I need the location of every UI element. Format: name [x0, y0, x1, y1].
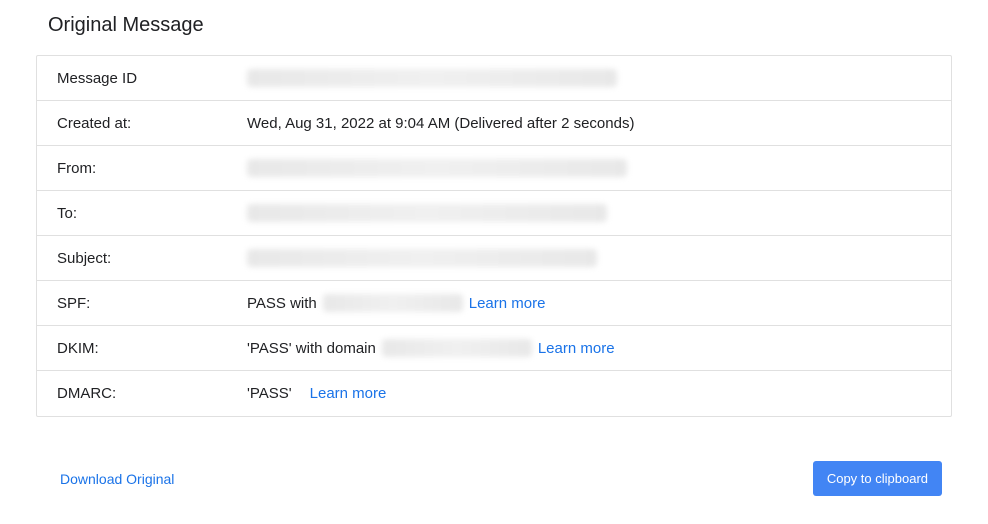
- actions-bar: Download Original Copy to clipboard: [36, 461, 952, 496]
- row-dmarc: DMARC: 'PASS' Learn more: [37, 371, 951, 416]
- label-message-id: Message ID: [57, 70, 247, 87]
- copy-to-clipboard-button[interactable]: Copy to clipboard: [813, 461, 942, 496]
- row-subject: Subject:: [37, 236, 951, 281]
- value-to: [247, 204, 931, 222]
- row-from: From:: [37, 146, 951, 191]
- redacted-to: [247, 204, 607, 222]
- redacted-message-id: [247, 69, 617, 87]
- label-to: To:: [57, 205, 247, 222]
- label-dkim: DKIM:: [57, 340, 247, 357]
- page-title: Original Message: [48, 14, 952, 37]
- message-details-table: Message ID Created at: Wed, Aug 31, 2022…: [36, 55, 952, 417]
- label-from: From:: [57, 160, 247, 177]
- redacted-from: [247, 159, 627, 177]
- value-spf: PASS with Learn more: [247, 294, 931, 312]
- dkim-prefix: 'PASS' with domain: [247, 340, 376, 357]
- download-original-link[interactable]: Download Original: [60, 471, 174, 487]
- dkim-learn-more-link[interactable]: Learn more: [538, 340, 615, 357]
- label-subject: Subject:: [57, 250, 247, 267]
- label-created-at: Created at:: [57, 115, 247, 132]
- row-spf: SPF: PASS with Learn more: [37, 281, 951, 326]
- value-message-id: [247, 69, 931, 87]
- value-dmarc: 'PASS' Learn more: [247, 385, 931, 402]
- row-to: To:: [37, 191, 951, 236]
- dmarc-value: 'PASS': [247, 385, 292, 402]
- row-dkim: DKIM: 'PASS' with domain Learn more: [37, 326, 951, 371]
- dmarc-learn-more-link[interactable]: Learn more: [310, 385, 387, 402]
- redacted-spf-ip: [323, 294, 463, 312]
- row-created-at: Created at: Wed, Aug 31, 2022 at 9:04 AM…: [37, 101, 951, 146]
- label-dmarc: DMARC:: [57, 385, 247, 402]
- value-from: [247, 159, 931, 177]
- value-dkim: 'PASS' with domain Learn more: [247, 339, 931, 357]
- value-created-at: Wed, Aug 31, 2022 at 9:04 AM (Delivered …: [247, 115, 931, 132]
- redacted-subject: [247, 249, 597, 267]
- spf-prefix: PASS with: [247, 295, 317, 312]
- row-message-id: Message ID: [37, 56, 951, 101]
- redacted-dkim-domain: [382, 339, 532, 357]
- spf-learn-more-link[interactable]: Learn more: [469, 295, 546, 312]
- label-spf: SPF:: [57, 295, 247, 312]
- value-subject: [247, 249, 931, 267]
